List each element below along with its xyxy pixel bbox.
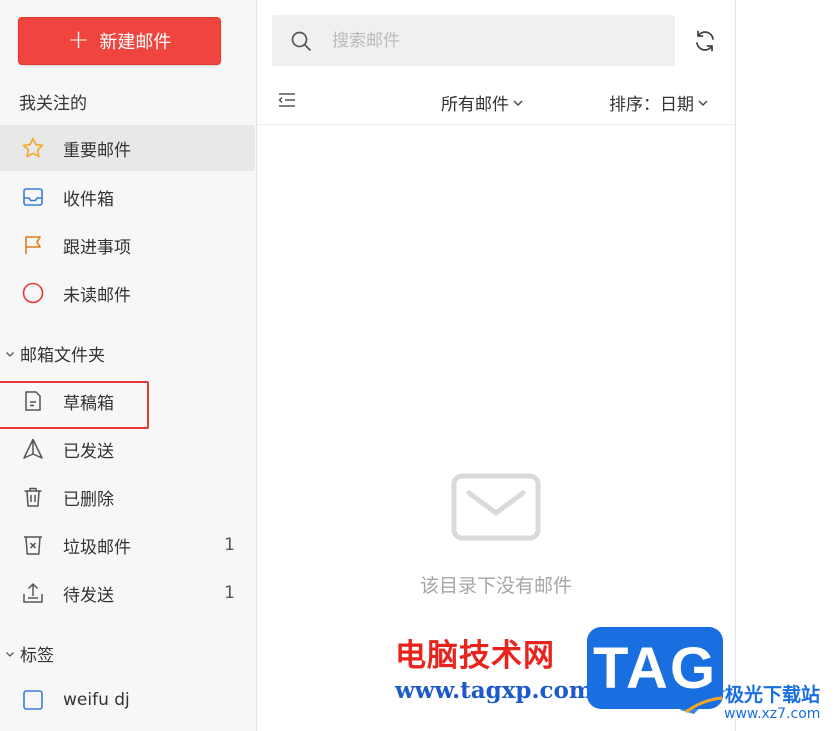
watermark-site-name: 电脑技术网 [395,638,555,674]
trash-icon [21,485,45,509]
chevron-down-icon [513,100,523,106]
sidebar-item-label: 草稿箱 [63,393,114,414]
spam-icon [21,533,45,557]
search-icon [289,29,313,53]
compose-button[interactable]: + 新建邮件 [18,17,221,65]
sidebar-item-outbox[interactable]: 待发送 1 [0,570,255,616]
sidebar-item-label: 已发送 [63,441,114,462]
sidebar-item-tag-weifu[interactable]: weifu dj [0,677,255,723]
collapse-sidebar-icon[interactable] [276,89,298,111]
empty-mail-icon [451,473,541,541]
circle-icon [21,281,45,305]
search-input[interactable] [330,29,654,52]
chevron-down-icon [0,649,20,659]
sidebar-item-inbox[interactable]: 收件箱 [0,174,255,220]
sidebar-item-important[interactable]: 重要邮件 [0,125,255,171]
sidebar: + 新建邮件 我关注的 重要邮件 收件箱 跟进事项 未读邮件 邮箱文件夹 草稿箱… [0,0,257,731]
compose-label: 新建邮件 [99,32,172,53]
sort-dropdown[interactable]: 排序：日期 [609,90,709,115]
sidebar-item-label: 重要邮件 [63,140,131,161]
following-section-title: 我关注的 [19,89,87,114]
outbox-icon [21,581,45,605]
unread-count: 1 [224,583,235,603]
sent-icon [21,437,45,461]
mail-list-toolbar: 所有邮件 排序：日期 [257,78,735,125]
filter-dropdown[interactable]: 所有邮件 [441,90,524,115]
flag-icon [21,233,45,257]
sidebar-item-followup[interactable]: 跟进事项 [0,222,255,268]
sort-label: 排序：日期 [609,95,694,115]
plus-icon: + [67,24,90,55]
chevron-down-icon [0,349,20,359]
filter-label: 所有邮件 [441,95,509,115]
sidebar-item-unread[interactable]: 未读邮件 [0,270,255,316]
sidebar-item-label: 收件箱 [63,189,114,210]
watermark-site-url: www.tagxp.com [395,677,594,704]
sidebar-item-label: 待发送 [63,585,114,606]
tags-title-text: 标签 [20,646,54,666]
checkbox-icon [21,688,45,712]
inbox-icon [21,185,45,209]
folders-title-text: 邮箱文件夹 [20,346,105,366]
watermark-site2-name: 极光下载站 [725,684,821,706]
mail-list-pane: 所有邮件 排序：日期 该目录下没有邮件 [257,0,736,731]
folders-section-title[interactable]: 邮箱文件夹 [0,341,105,366]
search-box[interactable] [272,15,675,66]
star-icon [21,136,45,160]
refresh-icon[interactable] [692,28,718,54]
sidebar-item-label: 未读邮件 [63,285,131,306]
watermark-site2-url: www.xz7.com [724,706,821,722]
sidebar-item-label: 垃圾邮件 [63,537,131,558]
sidebar-item-drafts[interactable]: 草稿箱 [0,378,255,424]
sidebar-item-label: weifu dj [63,690,130,710]
following-title-text: 我关注的 [19,94,87,114]
tags-section-title[interactable]: 标签 [0,641,54,666]
sidebar-item-label: 已删除 [63,489,114,510]
sidebar-item-spam[interactable]: 垃圾邮件 1 [0,522,255,568]
empty-state-text: 该目录下没有邮件 [419,575,572,597]
chevron-down-icon [698,100,708,106]
unread-count: 1 [224,535,235,555]
sidebar-item-deleted[interactable]: 已删除 [0,474,255,520]
draft-icon [21,389,45,413]
sidebar-item-label: 跟进事项 [63,237,131,258]
sidebar-item-sent[interactable]: 已发送 [0,426,255,472]
